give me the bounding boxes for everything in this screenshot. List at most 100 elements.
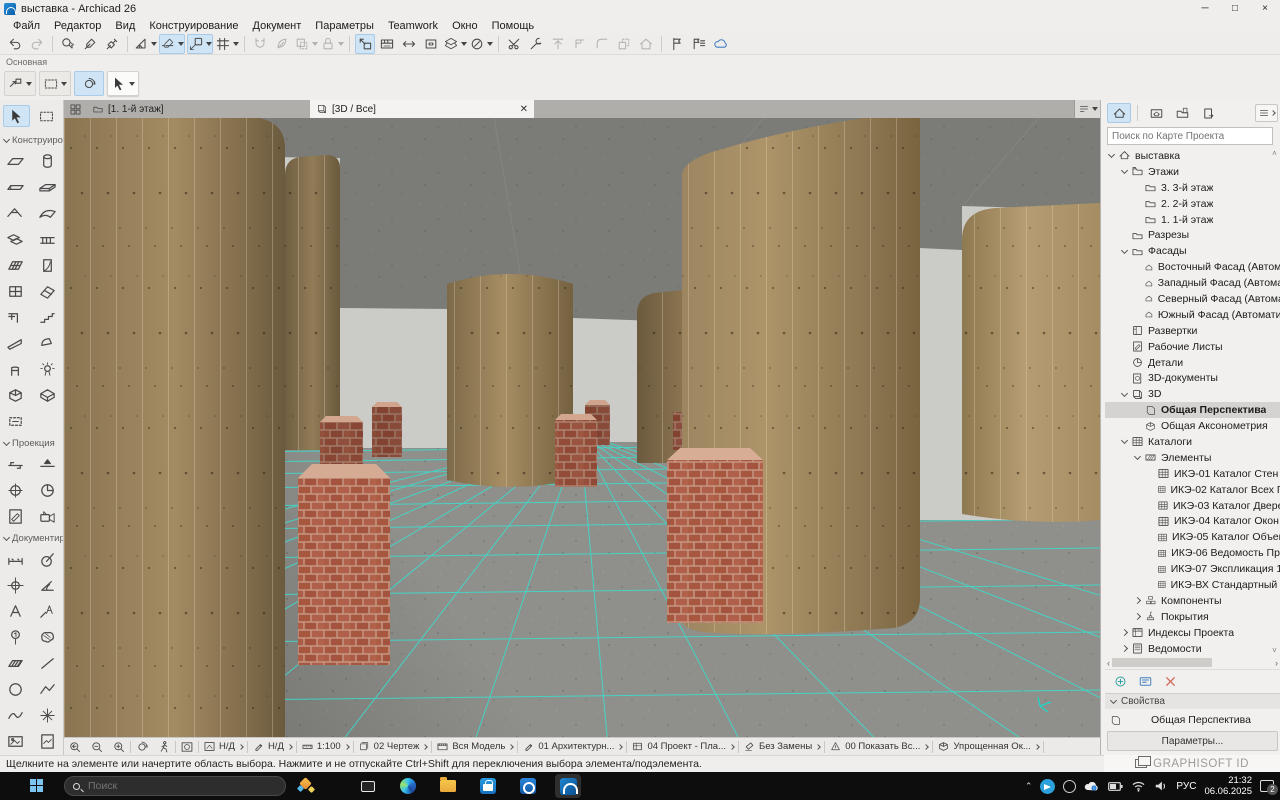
circle-tool-button[interactable] bbox=[2, 676, 30, 702]
dropdown-arrow-icon[interactable] bbox=[178, 42, 184, 46]
dropdown-arrow-icon[interactable] bbox=[233, 42, 239, 46]
wifi-icon[interactable] bbox=[1131, 780, 1146, 792]
snap-points-button[interactable] bbox=[187, 34, 213, 54]
scale-dropdown[interactable]: 1:100 bbox=[297, 738, 353, 755]
menu-item-7[interactable]: Teamwork bbox=[381, 20, 445, 32]
text-tool-button[interactable] bbox=[2, 598, 30, 624]
archicad-icon[interactable] bbox=[555, 774, 581, 798]
drawing-tool-button[interactable] bbox=[33, 728, 61, 754]
battery-icon[interactable] bbox=[1108, 782, 1123, 791]
tree-item[interactable]: Рабочие Листы bbox=[1105, 339, 1280, 355]
tree-item[interactable]: Общая Аксонометрия bbox=[1105, 418, 1280, 434]
fillet-button[interactable] bbox=[592, 34, 612, 54]
chevron-up-icon[interactable]: ⌃ bbox=[1025, 781, 1033, 792]
detail-tool-button[interactable] bbox=[33, 477, 61, 503]
flag-button[interactable] bbox=[667, 34, 687, 54]
volume-icon[interactable] bbox=[1154, 780, 1168, 792]
renovation-filter-dropdown[interactable]: 00 Показать Вс... bbox=[825, 738, 932, 755]
scroll-right-icon[interactable]: › bbox=[1275, 658, 1278, 668]
interior-elevation-tool-button[interactable] bbox=[2, 477, 30, 503]
intersect-button[interactable] bbox=[570, 34, 590, 54]
tree-item[interactable]: ИКЭ-04 Каталог Окон bbox=[1105, 513, 1280, 529]
menu-item-3[interactable]: Вид bbox=[108, 20, 142, 32]
expander-open-icon[interactable] bbox=[1134, 453, 1141, 460]
scroll-up-icon[interactable]: ˄ bbox=[1269, 148, 1280, 159]
delete-button[interactable] bbox=[1163, 674, 1178, 689]
walk-button[interactable] bbox=[153, 738, 175, 755]
tree-item[interactable]: ИКЭ-07 Экспликация 1-й этаж bbox=[1105, 561, 1280, 577]
grid-element-tool-button[interactable] bbox=[33, 382, 61, 408]
undo-button[interactable] bbox=[5, 34, 25, 54]
fill-map-tool-button[interactable] bbox=[33, 624, 61, 650]
label-tool-button[interactable] bbox=[33, 598, 61, 624]
brick-stick[interactable] bbox=[673, 412, 682, 450]
dropdown-arrow-icon[interactable] bbox=[206, 42, 212, 46]
auto-dimension-button[interactable] bbox=[377, 34, 397, 54]
brick-pillar-left-front[interactable] bbox=[298, 464, 390, 665]
dropdown-arrow-icon[interactable] bbox=[312, 42, 318, 46]
tree-item[interactable]: Фасады bbox=[1105, 243, 1280, 259]
stair-tool-button[interactable] bbox=[33, 304, 61, 330]
tree-item[interactable]: Элементы bbox=[1105, 450, 1280, 466]
pen-set-button[interactable] bbox=[469, 34, 493, 54]
group-button[interactable] bbox=[294, 34, 318, 54]
expander-open-icon[interactable] bbox=[1121, 437, 1128, 444]
element-info-button[interactable] bbox=[355, 34, 375, 54]
wall-tool-button[interactable] bbox=[2, 148, 30, 174]
toolbox-section-header[interactable]: Конструирова bbox=[0, 131, 63, 148]
elevation-tool-button[interactable] bbox=[33, 451, 61, 477]
tree-item[interactable]: Каталоги bbox=[1105, 434, 1280, 450]
expander-closed-icon[interactable] bbox=[1134, 597, 1141, 604]
model-filter-dropdown[interactable]: Вся Модель bbox=[432, 738, 517, 755]
search-select-button[interactable] bbox=[58, 34, 78, 54]
tree-item[interactable]: ИКЭ-03 Каталог Дверей bbox=[1105, 498, 1280, 514]
view-tab-1[interactable]: [1. 1-й этаж] bbox=[86, 100, 310, 118]
orbit-button[interactable] bbox=[74, 71, 104, 96]
menu-item-9[interactable]: Помощь bbox=[485, 20, 542, 32]
tree-item[interactable]: ИКЭ-05 Каталог Объектов bbox=[1105, 529, 1280, 545]
timber-column-foreground-left[interactable] bbox=[64, 118, 285, 737]
dropdown-arrow-icon[interactable] bbox=[61, 82, 67, 86]
menu-item-1[interactable]: Файл bbox=[6, 20, 47, 32]
view-orientation-dropdown[interactable]: Н/Д bbox=[248, 738, 296, 755]
transform-button[interactable] bbox=[4, 71, 36, 96]
timber-column-center[interactable] bbox=[447, 274, 573, 487]
tree-item[interactable]: ИКЭ-02 Каталог Всех Проемов bbox=[1105, 482, 1280, 498]
layer-combination-dropdown[interactable]: 04 Проект - Пла... bbox=[627, 738, 738, 755]
edge-icon[interactable] bbox=[395, 774, 421, 798]
expander-closed-icon[interactable] bbox=[1121, 645, 1128, 652]
close-button[interactable]: × bbox=[1250, 0, 1280, 18]
graphisoft-id[interactable]: GRAPHISOFT ID bbox=[1104, 755, 1280, 772]
tree-item[interactable]: Восточный Фасад (Автоматическ bbox=[1105, 259, 1280, 275]
start-button[interactable] bbox=[30, 779, 44, 793]
arrow-tool-button[interactable] bbox=[107, 71, 139, 96]
section-tool-button[interactable] bbox=[2, 451, 30, 477]
railing-tool-button[interactable] bbox=[33, 226, 61, 252]
language-indicator[interactable]: РУС bbox=[1176, 781, 1196, 792]
dropdown-arrow-icon[interactable] bbox=[487, 42, 493, 46]
quick-layout-button[interactable] bbox=[1074, 100, 1100, 118]
favorites-button[interactable] bbox=[689, 34, 709, 54]
curtain-wall-tool-button[interactable] bbox=[2, 252, 30, 278]
camera-tool-button[interactable] bbox=[33, 503, 61, 529]
expander-open-icon[interactable] bbox=[1121, 390, 1128, 397]
door-tool-button[interactable] bbox=[33, 252, 61, 278]
angle-dimension-tool-button[interactable] bbox=[33, 572, 61, 598]
notification-icon[interactable]: 2 bbox=[1260, 780, 1274, 792]
home-story-button[interactable] bbox=[636, 34, 656, 54]
expander-closed-icon[interactable] bbox=[1134, 613, 1141, 620]
3d-viewport[interactable] bbox=[64, 118, 1100, 737]
adjust-button[interactable] bbox=[526, 34, 546, 54]
view-map-button[interactable] bbox=[1144, 103, 1168, 123]
menu-item-5[interactable]: Документ bbox=[246, 20, 309, 32]
tree-item[interactable]: выставка bbox=[1105, 148, 1280, 164]
stretch-box-button[interactable] bbox=[421, 34, 441, 54]
expander-closed-icon[interactable] bbox=[1121, 629, 1128, 636]
tree-item[interactable]: Индексы Проекта bbox=[1105, 625, 1280, 641]
explorer-icon[interactable] bbox=[435, 774, 461, 798]
zone-stamp-tool-button[interactable] bbox=[2, 624, 30, 650]
tree-item[interactable]: 3. 3-й этаж bbox=[1105, 180, 1280, 196]
split-button[interactable] bbox=[504, 34, 524, 54]
tree-item[interactable]: Общая Перспектива bbox=[1105, 402, 1280, 418]
menu-item-6[interactable]: Параметры bbox=[308, 20, 381, 32]
